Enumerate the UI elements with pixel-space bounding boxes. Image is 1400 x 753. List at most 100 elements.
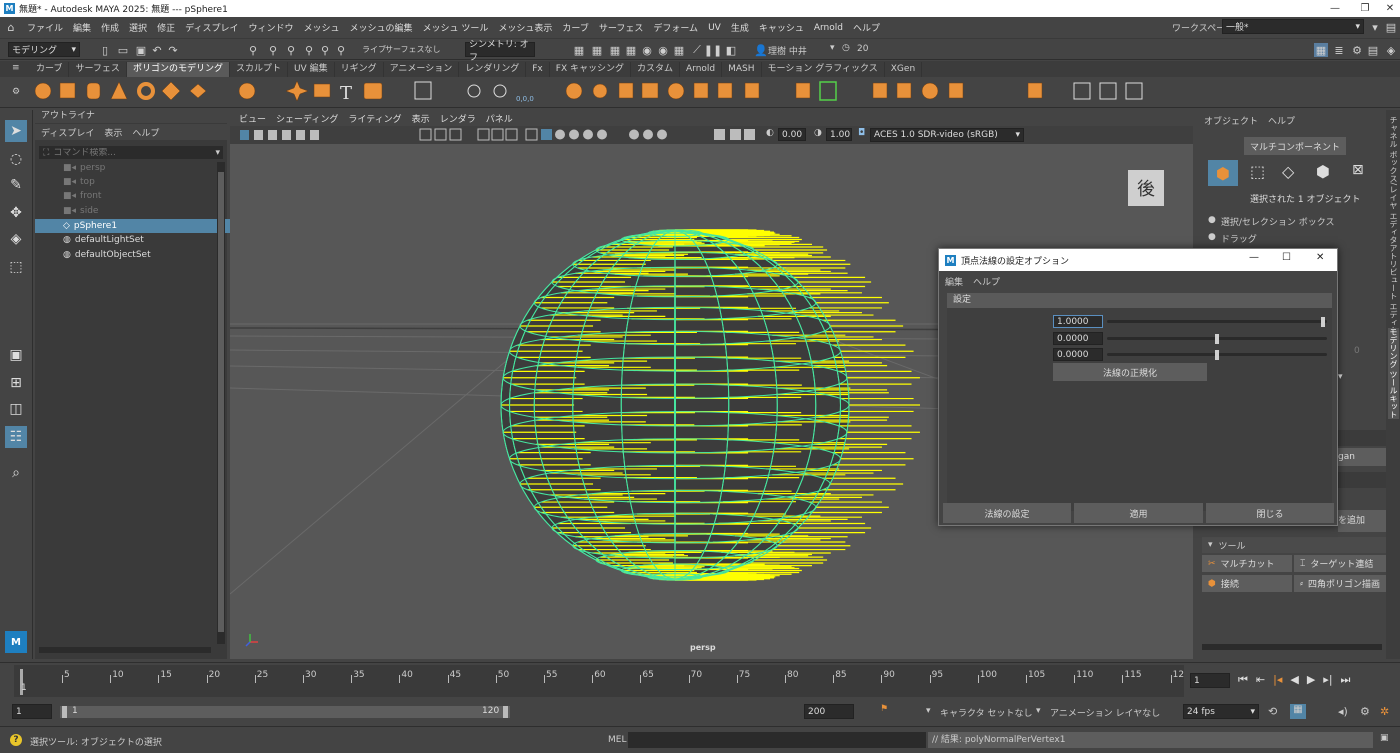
outliner-search-input[interactable]: [53, 147, 204, 158]
snap-curve-icon[interactable]: ⚲: [318, 43, 332, 57]
menu-mesh[interactable]: メッシュ: [298, 21, 344, 34]
menu-window[interactable]: ウィンドウ: [243, 21, 298, 34]
poly-fill-hole-icon[interactable]: [795, 82, 811, 99]
maximize-icon[interactable]: ☐: [1282, 252, 1291, 263]
poly-smooth-icon[interactable]: [618, 82, 634, 99]
gate-mask-icon[interactable]: [477, 128, 490, 141]
shelf-tab-uv-editing[interactable]: UV 編集: [288, 62, 335, 77]
select-tool-icon[interactable]: ➤: [5, 120, 27, 142]
open-scene-icon[interactable]: ▭: [116, 43, 130, 57]
wireframe-icon[interactable]: [525, 128, 538, 141]
select-hierarchy-icon[interactable]: ⚲: [246, 43, 260, 57]
modeling-toolkit-tab[interactable]: モデリング ツールキット: [1388, 328, 1399, 419]
character-set-label[interactable]: キャラクタ セットなし: [940, 706, 1033, 719]
outliner-item-top[interactable]: ■◂ top: [35, 175, 241, 189]
animation-layer-label[interactable]: アニメーション レイヤなし: [1050, 706, 1160, 719]
menu-arnold[interactable]: Arnold: [809, 23, 848, 33]
quad-draw-button[interactable]: ⸗ 四角ポリゴン描画: [1294, 575, 1386, 592]
object-mode-button[interactable]: ⬢: [1208, 160, 1238, 186]
poly-sweep-icon[interactable]: [313, 83, 331, 98]
normalize-button[interactable]: 法線の正規化: [1053, 363, 1207, 381]
safe-title-icon[interactable]: [505, 128, 518, 141]
poly-triangulate-icon[interactable]: [896, 82, 912, 99]
outliner-vertical-scrollbar[interactable]: [217, 162, 225, 644]
xray-mode-icon[interactable]: [730, 129, 741, 140]
shelf-tab-curves[interactable]: カーブ: [30, 62, 70, 77]
freeze-transform-icon[interactable]: [493, 84, 507, 98]
paint-select-tool-icon[interactable]: ✎: [5, 174, 27, 196]
shelf-tab-polygon-modeling[interactable]: ポリゴンのモデリング: [126, 62, 230, 77]
shelf-tab-sculpting[interactable]: スカルプト: [230, 62, 288, 77]
help-icon[interactable]: ?: [10, 734, 22, 746]
x-value-field[interactable]: 1.0000: [1053, 315, 1103, 328]
channel-box-tab[interactable]: チャネル ボックス/レイヤ エディタ: [1388, 116, 1399, 244]
four-view-layout-icon[interactable]: ⊞: [5, 372, 27, 394]
arnold-render-icon[interactable]: ◉: [656, 43, 670, 57]
viewport-menu-show[interactable]: 表示: [407, 112, 435, 125]
motion-blur-icon[interactable]: [643, 129, 653, 140]
poly-cone-icon[interactable]: [110, 81, 128, 100]
redo-icon[interactable]: ↷: [166, 43, 180, 57]
toolkit-menu-object[interactable]: オブジェクト: [1204, 114, 1258, 127]
shelf-tab-animation[interactable]: アニメーション: [384, 62, 460, 77]
center-pivot-icon[interactable]: [467, 84, 481, 98]
pause-icon[interactable]: ❚❚: [704, 43, 722, 57]
menu-create[interactable]: 作成: [96, 21, 124, 34]
shelf-tab-motion-graphics[interactable]: モーション グラフィックス: [762, 62, 885, 77]
poly-disc-icon[interactable]: [189, 83, 207, 99]
screen-space-ao-icon[interactable]: [629, 129, 639, 140]
viewport-menu-lighting[interactable]: ライティング: [343, 112, 406, 125]
gamma-icon[interactable]: ◑: [814, 128, 822, 138]
save-scene-icon[interactable]: ▣: [134, 43, 148, 57]
outliner-item-default-light-set[interactable]: ◍ defaultLightSet: [35, 233, 241, 247]
multi-cut-icon[interactable]: [1073, 82, 1091, 100]
lasso-tool-icon[interactable]: ◌: [5, 148, 27, 170]
z-value-field[interactable]: 0.0000: [1053, 348, 1103, 361]
outliner-menu-show[interactable]: 表示: [104, 126, 122, 139]
viewport-menu-renderer[interactable]: レンダラ: [435, 112, 481, 125]
wireframe-on-shaded-icon[interactable]: [555, 129, 565, 140]
user-name[interactable]: 理樹 中井: [768, 44, 807, 57]
menu-mesh-tools[interactable]: メッシュ ツール: [418, 21, 494, 34]
poly-torus-icon[interactable]: [137, 82, 155, 100]
shadows-icon[interactable]: [597, 129, 607, 140]
pick-marquee-option[interactable]: ● 選択/セレクション ボックス: [1208, 215, 1334, 228]
menu-mesh-display[interactable]: メッシュ表示: [493, 21, 557, 34]
poly-quadrangulate-icon[interactable]: [921, 82, 939, 100]
shelf-tab-rigging[interactable]: リギング: [335, 62, 384, 77]
script-editor-icon[interactable]: ▣: [1380, 733, 1389, 743]
chevron-down-icon[interactable]: ▾: [215, 148, 223, 158]
poly-cylinder-icon[interactable]: [86, 82, 101, 100]
fps-dropdown[interactable]: 24 fps ▾: [1183, 704, 1259, 719]
dialog-menu-help[interactable]: ヘルプ: [973, 275, 1000, 288]
anim-prefs-icon[interactable]: ⚙: [1360, 705, 1370, 718]
x-value-slider[interactable]: [1107, 320, 1327, 323]
channel-box-icon[interactable]: ▤: [1366, 43, 1380, 57]
loop-icon[interactable]: ⟲: [1268, 705, 1277, 718]
go-to-start-icon[interactable]: ⏮: [1238, 673, 1248, 687]
current-frame-field[interactable]: 1: [1190, 673, 1230, 688]
step-forward-frame-icon[interactable]: ▸|: [1323, 673, 1332, 687]
bookmark-icon[interactable]: [268, 130, 277, 140]
outliner-item-psphere1[interactable]: ◇ pSphere1: [35, 219, 241, 233]
vertex-mode-icon[interactable]: ⬚: [1250, 162, 1265, 181]
step-back-frame-icon[interactable]: |◂: [1273, 673, 1282, 687]
multi-component-button[interactable]: マルチコンポーネント: [1244, 137, 1346, 155]
view-cube[interactable]: 後: [1128, 170, 1164, 206]
chevron-down-icon[interactable]: ▾: [830, 43, 835, 53]
smooth-shade-icon[interactable]: [541, 129, 552, 140]
menu-file[interactable]: ファイル: [22, 21, 68, 34]
outliner-horizontal-scrollbar[interactable]: [39, 647, 211, 653]
render-view-icon[interactable]: ▦: [572, 43, 586, 57]
menuset-dropdown[interactable]: モデリング ▾: [8, 42, 80, 57]
chevron-down-icon[interactable]: ▾: [926, 706, 931, 716]
rotate-tool-icon[interactable]: ◈: [5, 228, 27, 250]
color-management-icon[interactable]: ◘: [858, 128, 865, 138]
tools-section-header[interactable]: ▾ ツール: [1202, 537, 1386, 553]
play-forward-icon[interactable]: ▶: [1307, 673, 1315, 687]
menu-select[interactable]: 選択: [124, 21, 152, 34]
light-editor-icon[interactable]: ▦: [672, 43, 686, 57]
menu-deform[interactable]: デフォーム: [648, 21, 703, 34]
poly-retopo-icon[interactable]: [1027, 82, 1043, 99]
menu-display[interactable]: ディスプレイ: [180, 21, 243, 34]
